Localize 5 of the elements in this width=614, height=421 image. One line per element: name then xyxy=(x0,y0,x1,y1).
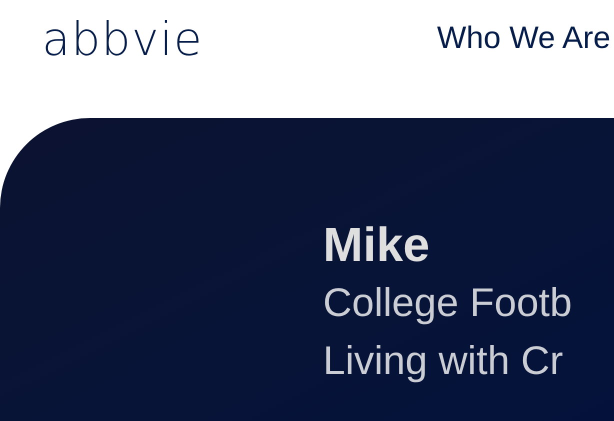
nav-link[interactable]: Who We Are xyxy=(437,20,610,56)
hero-name: Mike xyxy=(323,218,431,274)
hero-subtitle: College Footb xyxy=(323,280,574,327)
hero-subtitle: Living with Cr xyxy=(323,338,564,385)
logo[interactable]: abbvie xyxy=(42,16,242,62)
